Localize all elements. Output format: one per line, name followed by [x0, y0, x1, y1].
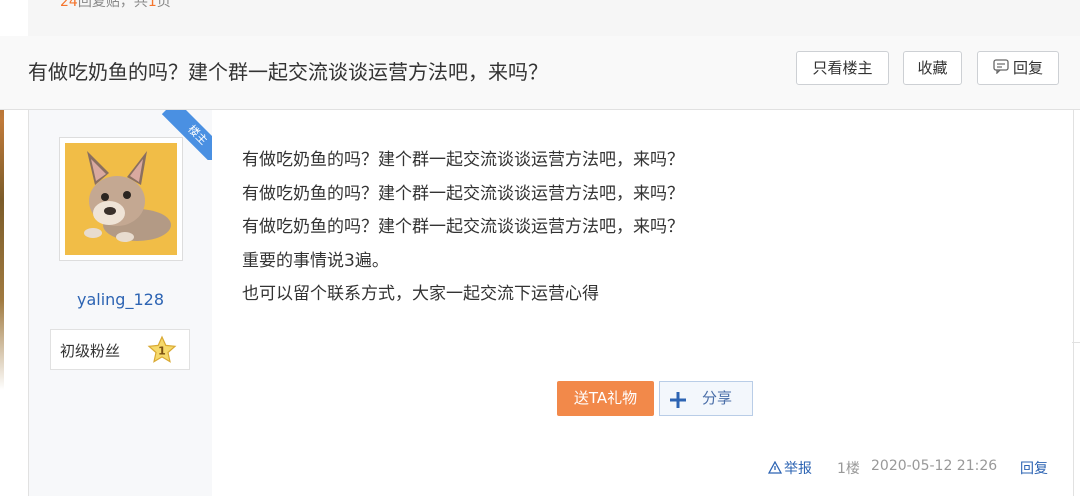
post-line: 有做吃奶鱼的吗？建个群一起交流谈谈运营方法吧，来吗？: [242, 217, 684, 237]
level-number: 1: [158, 345, 166, 358]
share-label: 分享: [702, 389, 733, 407]
level-star-icon: 1: [147, 335, 177, 365]
send-gift-button[interactable]: 送TA礼物: [557, 381, 654, 416]
first-post: 楼主 yaling_128 初级粉丝 1 有做吃奶鱼的吗？建个群一起交流谈谈运营…: [28, 110, 1074, 496]
post-line: 有做吃奶鱼的吗？建个群一起交流谈谈运营方法吧，来吗？: [242, 150, 684, 170]
reply-button-label: 回复: [1012, 59, 1043, 77]
thread-title-bar: 有做吃奶鱼的吗？建个群一起交流谈谈运营方法吧，来吗？ 只看楼主 收藏 回复: [0, 36, 1080, 110]
author-username[interactable]: yaling_128: [29, 290, 212, 309]
only-host-button[interactable]: 只看楼主: [796, 51, 889, 85]
share-button[interactable]: 分享: [659, 381, 753, 416]
post-line: 也可以留个联系方式，大家一起交流下运营心得: [242, 284, 599, 304]
reply-summary: 24回复贴，共1页: [60, 0, 171, 11]
reply-pages-number: 1: [147, 0, 157, 10]
floor-number: 1楼: [837, 461, 860, 477]
thread-title: 有做吃奶鱼的吗？建个群一起交流谈谈运营方法吧，来吗？: [28, 60, 548, 84]
favorite-button[interactable]: 收藏: [903, 51, 962, 85]
warning-icon: [767, 460, 783, 478]
level-name: 初级粉丝: [60, 342, 121, 360]
plus-icon: [668, 389, 688, 409]
reply-count-number: 24: [60, 0, 78, 10]
post-line: 重要的事情说3遍。: [242, 250, 389, 271]
post-reply-link[interactable]: 回复: [1020, 458, 1048, 478]
post-content: 有做吃奶鱼的吗？建个群一起交流谈谈运营方法吧，来吗？ 有做吃奶鱼的吗？建个群一起…: [242, 144, 1042, 312]
reply-button[interactable]: 回复: [977, 51, 1059, 85]
avatar[interactable]: [59, 137, 183, 261]
avatar-image: [65, 143, 177, 255]
comment-icon: [993, 53, 1009, 85]
reply-pages-text: 页: [156, 0, 171, 10]
divider: [1072, 342, 1080, 343]
author-panel: 楼主 yaling_128 初级粉丝 1: [29, 110, 212, 496]
fan-level[interactable]: 初级粉丝 1: [50, 329, 190, 370]
reply-summary-bar: 24回复贴，共1页: [28, 0, 1080, 37]
report-link[interactable]: 举报: [767, 458, 812, 478]
post-line: 有做吃奶鱼的吗？建个群一起交流谈谈运营方法吧，来吗？: [242, 183, 684, 204]
report-label: 举报: [784, 461, 812, 477]
post-timestamp: 2020-05-12 21:26: [871, 458, 998, 474]
reply-count-text: 回复贴，共: [77, 0, 148, 10]
